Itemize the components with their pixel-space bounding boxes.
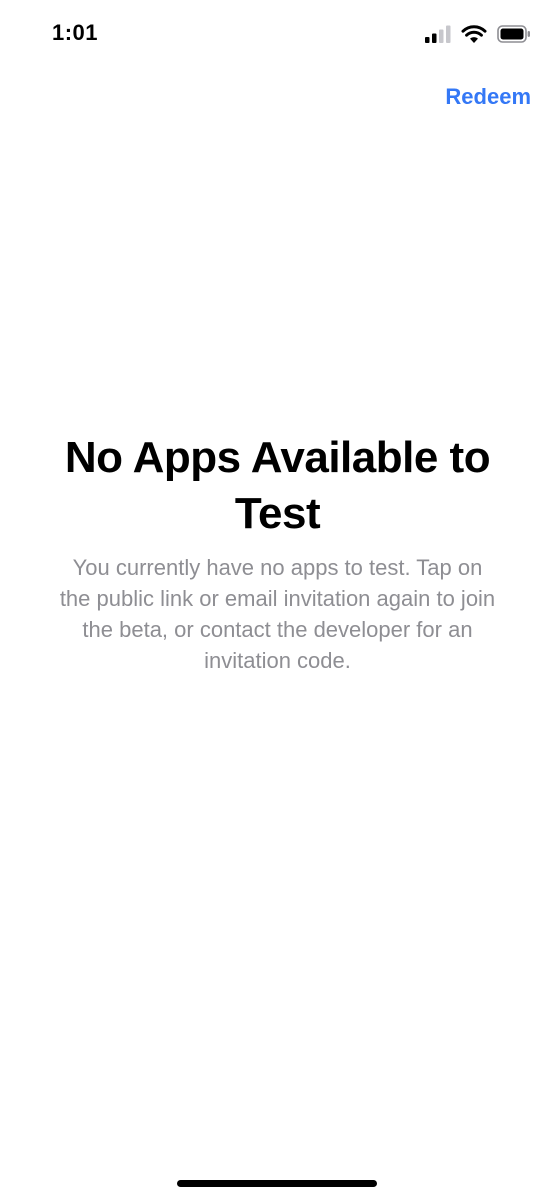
status-icons [425,24,531,48]
empty-state: No Apps Available to Test You currently … [0,430,555,676]
battery-icon [497,24,531,48]
home-indicator[interactable] [177,1180,377,1187]
wifi-icon [461,24,487,49]
status-time: 1:01 [52,20,99,45]
empty-state-message: You currently have no apps to test. Tap … [59,555,496,673]
cellular-signal-icon [425,25,451,48]
redeem-button[interactable]: Redeem [445,84,531,110]
status-bar: 1:01 [0,0,555,72]
empty-state-title: No Apps Available to Test [64,433,491,538]
